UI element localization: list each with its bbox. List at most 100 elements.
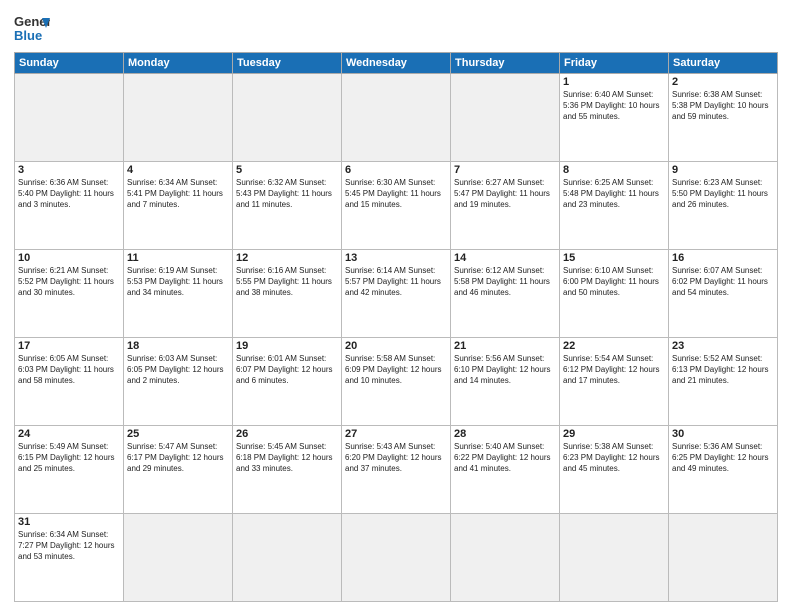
day-info: Sunrise: 6:34 AM Sunset: 5:41 PM Dayligh… bbox=[127, 177, 229, 211]
calendar-header-sunday: Sunday bbox=[15, 53, 124, 74]
day-number: 27 bbox=[345, 428, 447, 440]
day-cell bbox=[124, 74, 233, 162]
day-number: 23 bbox=[672, 340, 774, 352]
day-info: Sunrise: 6:19 AM Sunset: 5:53 PM Dayligh… bbox=[127, 265, 229, 299]
day-info: Sunrise: 6:05 AM Sunset: 6:03 PM Dayligh… bbox=[18, 353, 120, 387]
day-number: 28 bbox=[454, 428, 556, 440]
calendar-header-wednesday: Wednesday bbox=[342, 53, 451, 74]
day-cell: 24Sunrise: 5:49 AM Sunset: 6:15 PM Dayli… bbox=[15, 426, 124, 514]
day-number: 24 bbox=[18, 428, 120, 440]
day-info: Sunrise: 6:12 AM Sunset: 5:58 PM Dayligh… bbox=[454, 265, 556, 299]
day-cell bbox=[560, 514, 669, 602]
day-number: 18 bbox=[127, 340, 229, 352]
day-cell: 18Sunrise: 6:03 AM Sunset: 6:05 PM Dayli… bbox=[124, 338, 233, 426]
day-cell: 12Sunrise: 6:16 AM Sunset: 5:55 PM Dayli… bbox=[233, 250, 342, 338]
day-number: 6 bbox=[345, 164, 447, 176]
day-info: Sunrise: 5:43 AM Sunset: 6:20 PM Dayligh… bbox=[345, 441, 447, 475]
day-number: 2 bbox=[672, 76, 774, 88]
svg-text:Blue: Blue bbox=[14, 28, 42, 43]
day-cell: 3Sunrise: 6:36 AM Sunset: 5:40 PM Daylig… bbox=[15, 162, 124, 250]
day-number: 12 bbox=[236, 252, 338, 264]
day-info: Sunrise: 5:36 AM Sunset: 6:25 PM Dayligh… bbox=[672, 441, 774, 475]
day-cell: 9Sunrise: 6:23 AM Sunset: 5:50 PM Daylig… bbox=[669, 162, 778, 250]
day-cell: 10Sunrise: 6:21 AM Sunset: 5:52 PM Dayli… bbox=[15, 250, 124, 338]
day-number: 8 bbox=[563, 164, 665, 176]
day-cell: 14Sunrise: 6:12 AM Sunset: 5:58 PM Dayli… bbox=[451, 250, 560, 338]
day-info: Sunrise: 5:58 AM Sunset: 6:09 PM Dayligh… bbox=[345, 353, 447, 387]
day-info: Sunrise: 6:03 AM Sunset: 6:05 PM Dayligh… bbox=[127, 353, 229, 387]
day-number: 10 bbox=[18, 252, 120, 264]
day-number: 7 bbox=[454, 164, 556, 176]
week-row-2: 10Sunrise: 6:21 AM Sunset: 5:52 PM Dayli… bbox=[15, 250, 778, 338]
day-cell bbox=[15, 74, 124, 162]
day-cell: 22Sunrise: 5:54 AM Sunset: 6:12 PM Dayli… bbox=[560, 338, 669, 426]
day-cell: 2Sunrise: 6:38 AM Sunset: 5:38 PM Daylig… bbox=[669, 74, 778, 162]
day-cell bbox=[233, 514, 342, 602]
logo-icon: General Blue bbox=[14, 10, 50, 46]
calendar-header-monday: Monday bbox=[124, 53, 233, 74]
calendar-header-tuesday: Tuesday bbox=[233, 53, 342, 74]
page: General Blue SundayMondayTuesdayWednesda… bbox=[0, 0, 792, 612]
day-cell bbox=[233, 74, 342, 162]
day-cell: 27Sunrise: 5:43 AM Sunset: 6:20 PM Dayli… bbox=[342, 426, 451, 514]
day-info: Sunrise: 6:07 AM Sunset: 6:02 PM Dayligh… bbox=[672, 265, 774, 299]
day-number: 30 bbox=[672, 428, 774, 440]
week-row-5: 31Sunrise: 6:34 AM Sunset: 7:27 PM Dayli… bbox=[15, 514, 778, 602]
calendar-header-saturday: Saturday bbox=[669, 53, 778, 74]
day-cell: 1Sunrise: 6:40 AM Sunset: 5:36 PM Daylig… bbox=[560, 74, 669, 162]
day-cell bbox=[342, 74, 451, 162]
day-number: 20 bbox=[345, 340, 447, 352]
day-cell: 29Sunrise: 5:38 AM Sunset: 6:23 PM Dayli… bbox=[560, 426, 669, 514]
day-info: Sunrise: 5:38 AM Sunset: 6:23 PM Dayligh… bbox=[563, 441, 665, 475]
day-cell: 13Sunrise: 6:14 AM Sunset: 5:57 PM Dayli… bbox=[342, 250, 451, 338]
day-info: Sunrise: 5:56 AM Sunset: 6:10 PM Dayligh… bbox=[454, 353, 556, 387]
day-info: Sunrise: 6:40 AM Sunset: 5:36 PM Dayligh… bbox=[563, 89, 665, 123]
day-cell: 8Sunrise: 6:25 AM Sunset: 5:48 PM Daylig… bbox=[560, 162, 669, 250]
day-cell bbox=[124, 514, 233, 602]
day-number: 22 bbox=[563, 340, 665, 352]
day-number: 9 bbox=[672, 164, 774, 176]
header: General Blue bbox=[14, 10, 778, 46]
day-info: Sunrise: 5:47 AM Sunset: 6:17 PM Dayligh… bbox=[127, 441, 229, 475]
day-cell: 15Sunrise: 6:10 AM Sunset: 6:00 PM Dayli… bbox=[560, 250, 669, 338]
day-info: Sunrise: 6:10 AM Sunset: 6:00 PM Dayligh… bbox=[563, 265, 665, 299]
day-info: Sunrise: 5:40 AM Sunset: 6:22 PM Dayligh… bbox=[454, 441, 556, 475]
day-number: 19 bbox=[236, 340, 338, 352]
day-info: Sunrise: 6:16 AM Sunset: 5:55 PM Dayligh… bbox=[236, 265, 338, 299]
day-cell: 19Sunrise: 6:01 AM Sunset: 6:07 PM Dayli… bbox=[233, 338, 342, 426]
day-cell: 20Sunrise: 5:58 AM Sunset: 6:09 PM Dayli… bbox=[342, 338, 451, 426]
day-number: 25 bbox=[127, 428, 229, 440]
day-cell bbox=[669, 514, 778, 602]
day-number: 17 bbox=[18, 340, 120, 352]
week-row-4: 24Sunrise: 5:49 AM Sunset: 6:15 PM Dayli… bbox=[15, 426, 778, 514]
day-number: 3 bbox=[18, 164, 120, 176]
day-number: 29 bbox=[563, 428, 665, 440]
day-cell bbox=[342, 514, 451, 602]
day-info: Sunrise: 6:32 AM Sunset: 5:43 PM Dayligh… bbox=[236, 177, 338, 211]
day-cell: 17Sunrise: 6:05 AM Sunset: 6:03 PM Dayli… bbox=[15, 338, 124, 426]
day-info: Sunrise: 6:23 AM Sunset: 5:50 PM Dayligh… bbox=[672, 177, 774, 211]
day-cell: 30Sunrise: 5:36 AM Sunset: 6:25 PM Dayli… bbox=[669, 426, 778, 514]
day-info: Sunrise: 5:49 AM Sunset: 6:15 PM Dayligh… bbox=[18, 441, 120, 475]
day-number: 26 bbox=[236, 428, 338, 440]
day-number: 4 bbox=[127, 164, 229, 176]
day-info: Sunrise: 6:25 AM Sunset: 5:48 PM Dayligh… bbox=[563, 177, 665, 211]
day-cell: 21Sunrise: 5:56 AM Sunset: 6:10 PM Dayli… bbox=[451, 338, 560, 426]
day-cell: 7Sunrise: 6:27 AM Sunset: 5:47 PM Daylig… bbox=[451, 162, 560, 250]
day-cell: 4Sunrise: 6:34 AM Sunset: 5:41 PM Daylig… bbox=[124, 162, 233, 250]
day-cell: 28Sunrise: 5:40 AM Sunset: 6:22 PM Dayli… bbox=[451, 426, 560, 514]
day-cell bbox=[451, 514, 560, 602]
day-number: 16 bbox=[672, 252, 774, 264]
week-row-3: 17Sunrise: 6:05 AM Sunset: 6:03 PM Dayli… bbox=[15, 338, 778, 426]
day-number: 14 bbox=[454, 252, 556, 264]
day-cell: 16Sunrise: 6:07 AM Sunset: 6:02 PM Dayli… bbox=[669, 250, 778, 338]
logo: General Blue bbox=[14, 10, 50, 46]
calendar-header-friday: Friday bbox=[560, 53, 669, 74]
day-number: 21 bbox=[454, 340, 556, 352]
day-info: Sunrise: 6:27 AM Sunset: 5:47 PM Dayligh… bbox=[454, 177, 556, 211]
calendar: SundayMondayTuesdayWednesdayThursdayFrid… bbox=[14, 52, 778, 602]
day-info: Sunrise: 6:01 AM Sunset: 6:07 PM Dayligh… bbox=[236, 353, 338, 387]
day-number: 15 bbox=[563, 252, 665, 264]
day-number: 31 bbox=[18, 516, 120, 528]
day-cell: 6Sunrise: 6:30 AM Sunset: 5:45 PM Daylig… bbox=[342, 162, 451, 250]
